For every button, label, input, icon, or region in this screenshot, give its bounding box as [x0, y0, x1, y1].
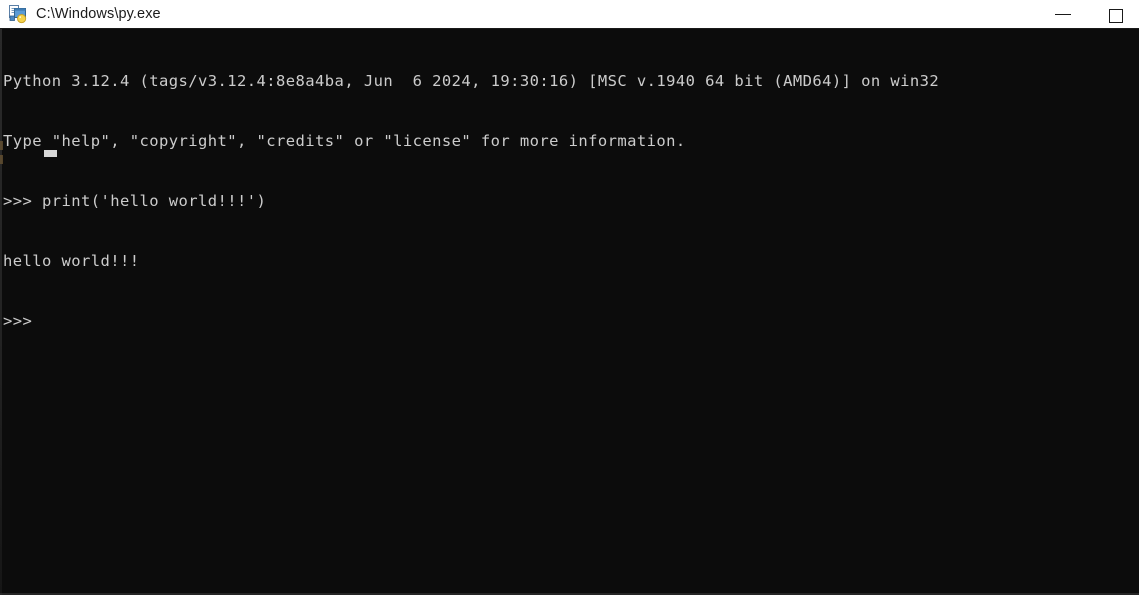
console-line-1: Type "help", "copyright", "credits" or "… — [3, 132, 686, 150]
minimize-icon — [1055, 14, 1071, 15]
console-line-0: Python 3.12.4 (tags/v3.12.4:8e8a4ba, Jun… — [3, 72, 940, 90]
text-cursor — [44, 150, 57, 157]
console-output-area[interactable]: Python 3.12.4 (tags/v3.12.4:8e8a4ba, Jun… — [0, 29, 1139, 595]
console-line-4: >>> — [3, 312, 43, 330]
python-launcher-icon — [8, 4, 28, 24]
console-window: C:\Windows\py.exe Python 3.12.4 (tags/v3… — [0, 0, 1139, 595]
title-bar[interactable]: C:\Windows\py.exe — [0, 0, 1139, 29]
console-line-3: hello world!!! — [3, 252, 140, 270]
maximize-button[interactable] — [1093, 0, 1139, 28]
console-line-2: >>> print('hello world!!!') — [3, 192, 267, 210]
window-title: C:\Windows\py.exe — [36, 6, 161, 22]
minimize-button[interactable] — [1040, 0, 1086, 28]
maximize-icon — [1109, 9, 1123, 23]
console-text-buffer: Python 3.12.4 (tags/v3.12.4:8e8a4ba, Jun… — [3, 31, 1133, 371]
window-left-border — [0, 29, 2, 595]
title-bar-left-group: C:\Windows\py.exe — [0, 0, 161, 28]
